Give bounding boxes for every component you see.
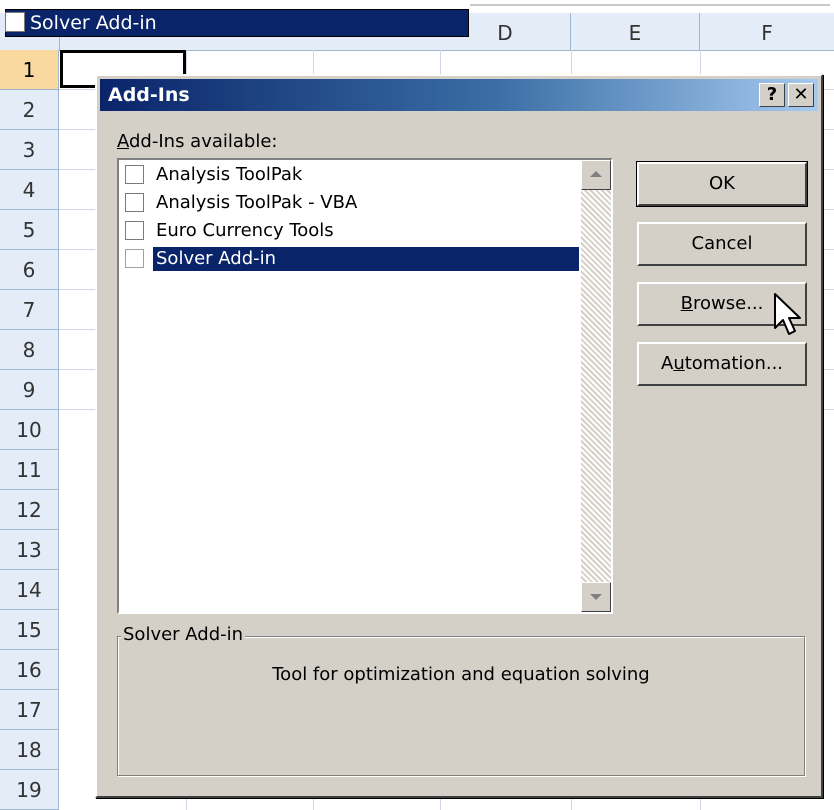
- row-header-15[interactable]: 15: [0, 610, 59, 650]
- scroll-up-button[interactable]: [581, 160, 611, 190]
- vertical-scrollbar[interactable]: [581, 160, 611, 612]
- row-header-7[interactable]: 7: [0, 290, 59, 330]
- drag-preview-label: Solver Add-in: [5, 9, 469, 37]
- list-item[interactable]: Euro Currency Tools: [123, 218, 581, 244]
- row-header-11[interactable]: 11: [0, 450, 59, 490]
- row-header-16[interactable]: 16: [0, 650, 59, 690]
- access-key: A: [117, 131, 129, 152]
- automation-button[interactable]: Automation...: [637, 342, 807, 386]
- list-items: Analysis ToolPak Analysis ToolPak - VBA …: [119, 160, 581, 612]
- checkbox[interactable]: [125, 165, 144, 184]
- button-text: rowse...: [693, 293, 764, 314]
- dialog-title: Add-Ins: [108, 84, 190, 106]
- row-header-6[interactable]: 6: [0, 250, 59, 290]
- scroll-down-button[interactable]: [581, 582, 611, 612]
- row-header-1[interactable]: 1: [0, 50, 59, 90]
- row-header-17[interactable]: 17: [0, 690, 59, 730]
- dialog-titlebar[interactable]: Add-Ins ? ✕: [100, 79, 818, 111]
- description-groupbox: [117, 636, 805, 776]
- row-header-9[interactable]: 9: [0, 370, 59, 410]
- add-ins-available-label: Add-Ins available:: [117, 131, 277, 152]
- column-header-f[interactable]: F: [700, 13, 834, 50]
- list-item-label: Analysis ToolPak - VBA: [156, 192, 358, 213]
- row-header-12[interactable]: 12: [0, 490, 59, 530]
- help-button[interactable]: ?: [759, 83, 785, 107]
- list-item-selected[interactable]: Solver Add-in: [123, 246, 581, 272]
- list-item[interactable]: Analysis ToolPak: [123, 162, 581, 188]
- triangle-down-icon: [590, 594, 602, 600]
- drag-preview-text: Solver Add-in: [30, 12, 157, 34]
- column-header-e[interactable]: E: [571, 13, 700, 50]
- row-header-10[interactable]: 10: [0, 410, 59, 450]
- close-button[interactable]: ✕: [788, 83, 814, 107]
- checkbox-icon: [5, 12, 25, 32]
- checkbox[interactable]: [125, 221, 144, 240]
- button-text: tomation...: [684, 353, 784, 374]
- list-item[interactable]: Analysis ToolPak - VBA: [123, 190, 581, 216]
- row-header-4[interactable]: 4: [0, 170, 59, 210]
- row-header-5[interactable]: 5: [0, 210, 59, 250]
- access-key: u: [673, 353, 685, 374]
- row-header-3[interactable]: 3: [0, 130, 59, 170]
- row-header-18[interactable]: 18: [0, 730, 59, 770]
- cancel-button[interactable]: Cancel: [637, 222, 807, 266]
- button-text: A: [660, 353, 674, 374]
- row-header-13[interactable]: 13: [0, 530, 59, 570]
- label-text: dd-Ins available:: [129, 131, 278, 152]
- row-header-19[interactable]: 19: [0, 770, 59, 810]
- add-ins-dialog: Add-Ins ? ✕ Add-Ins available: Analysis …: [95, 74, 823, 798]
- add-in-description: Tool for optimization and equation solvi…: [272, 664, 650, 685]
- row-header-2[interactable]: 2: [0, 90, 59, 130]
- row-header-14[interactable]: 14: [0, 570, 59, 610]
- triangle-up-icon: [590, 171, 602, 177]
- mouse-pointer-icon: [774, 293, 801, 335]
- list-item-label: Euro Currency Tools: [156, 220, 334, 241]
- ok-button[interactable]: OK: [636, 161, 808, 207]
- checkbox[interactable]: [125, 193, 144, 212]
- groupbox-title: Solver Add-in: [121, 624, 246, 645]
- checkbox[interactable]: [125, 249, 144, 268]
- row-header-8[interactable]: 8: [0, 330, 59, 370]
- add-ins-listbox[interactable]: Analysis ToolPak Analysis ToolPak - VBA …: [117, 158, 613, 614]
- list-item-label: Solver Add-in: [153, 247, 579, 271]
- list-item-label: Analysis ToolPak: [156, 164, 303, 185]
- access-key: B: [680, 293, 693, 314]
